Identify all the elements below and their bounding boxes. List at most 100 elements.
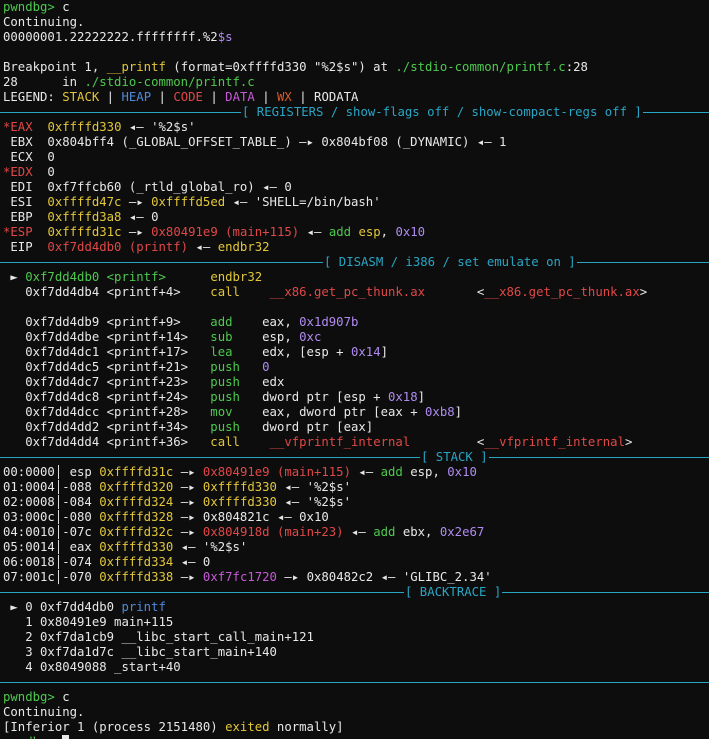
text-segment: add: [328, 225, 352, 239]
text-segment: ◂— '%2$s': [276, 495, 352, 509]
text-segment: |: [254, 90, 278, 104]
section-separator: [ BACKTRACE ]: [0, 585, 709, 600]
text-segment: Continuing.: [3, 15, 85, 29]
terminal-line: ESI 0xffffd47c —▸ 0xffffd5ed ◂— 'SHELL=/…: [3, 195, 709, 210]
text-segment: 0x14: [350, 345, 381, 359]
text-segment: EIP: [3, 240, 48, 254]
text-segment: $s: [217, 30, 233, 44]
text-segment: [Inferior 1 (process 2151480): [3, 720, 226, 734]
text-segment: 0xffffd334: [99, 555, 174, 569]
text-segment: Breakpoint 1,: [3, 60, 107, 74]
text-segment: call: [210, 435, 240, 449]
text-segment: esp,: [232, 330, 300, 344]
text-segment: ◂—: [188, 240, 218, 254]
text-segment: [240, 435, 270, 449]
text-segment: 0xb8: [425, 405, 455, 419]
text-segment: 0xc: [299, 330, 322, 344]
terminal-line: 0xf7dd4dc8 <printf+24> push dword ptr [e…: [3, 390, 709, 405]
terminal-line: 0xf7dd4db4 <printf+4> call __x86.get_pc_…: [3, 285, 709, 300]
section-separator: [ DISASM / i386 / set emulate on ]: [0, 255, 709, 270]
text-segment: __x86.get_pc_thunk.ax: [269, 285, 426, 299]
text-segment: *EAX: [3, 120, 33, 134]
text-segment: push: [210, 390, 240, 404]
text-segment: DATA: [225, 90, 255, 104]
text-segment: 0xf7dd4dc7 <printf+23>: [3, 375, 211, 389]
terminal-line: 0xf7dd4dd4 <printf+36> call __vfprintf_i…: [3, 435, 709, 450]
text-segment: 07:001c│-070: [3, 570, 100, 584]
text-segment: —▸: [173, 525, 203, 539]
terminal-line: pwndbg> c: [3, 690, 709, 705]
terminal-line: 00000001.22222222.ffffffff.%2$s: [3, 30, 709, 45]
text-segment: 0xf7dd4dc5 <printf+21>: [3, 360, 211, 374]
terminal-line: 05:0014│ eax 0xffffd330 ◂— '%2$s': [3, 540, 709, 555]
text-segment: 00:0000│ esp: [3, 465, 100, 479]
text-segment: 0xffffd31c: [47, 225, 122, 239]
text-segment: STACK: [62, 90, 100, 104]
text-segment: Continuing.: [3, 705, 85, 719]
terminal-line: EIP 0xf7dd4db0 (printf) ◂— endbr32: [3, 240, 709, 255]
text-segment: 0xffffd330: [47, 120, 122, 134]
section-title: [ DISASM / i386 / set emulate on ]: [323, 255, 577, 270]
text-segment: ◂— 0: [173, 555, 211, 569]
terminal-line: EBX 0x804bff4 (_GLOBAL_OFFSET_TABLE_) —▸…: [3, 135, 709, 150]
terminal-line: pwndbg>: [3, 735, 709, 739]
terminal-cursor[interactable]: [62, 735, 70, 739]
text-segment: 0x10: [395, 225, 426, 239]
text-segment: 0xf7dd4dcc <printf+28>: [3, 405, 211, 419]
text-segment: —▸: [173, 570, 203, 584]
text-segment: endbr32: [217, 240, 270, 254]
terminal-line: Breakpoint 1, __printf (format=0xffffd33…: [3, 60, 709, 75]
text-segment: [240, 285, 270, 299]
text-segment: add: [373, 525, 396, 539]
text-segment: 06:0018│-074: [3, 555, 100, 569]
text-segment: sub: [210, 330, 233, 344]
separator-rule: [0, 457, 709, 458]
text-segment: [33, 120, 48, 134]
text-segment: 1 0x80491e9 main+115: [3, 615, 174, 629]
text-segment: 05:0014│ eax: [3, 540, 100, 554]
terminal-line: LEGEND: STACK | HEAP | CODE | DATA | WX …: [3, 90, 709, 105]
text-segment: 0xffffd3a8: [47, 210, 122, 224]
text-segment: mov: [210, 405, 233, 419]
text-segment: 0xf7dd4dd4 <printf+36>: [3, 435, 211, 449]
text-segment: pwndbg>: [3, 735, 62, 739]
text-segment: add: [210, 315, 233, 329]
text-segment: ]: [417, 390, 426, 404]
text-segment: ./stdio-common/printf.c: [84, 75, 255, 89]
text-segment: dword ptr [esp +: [239, 390, 388, 404]
terminal-line: 2 0xf7da1cb9 __libc_start_call_main+121: [3, 630, 709, 645]
terminal-window[interactable]: pwndbg> c Continuing. 00000001.22222222.ff…: [0, 0, 709, 739]
text-segment: 0x18: [388, 390, 418, 404]
text-segment: —▸: [173, 465, 203, 479]
section-title: [ REGISTERS / show-flags off / show-comp…: [241, 105, 643, 120]
terminal-line: 28 in ./stdio-common/printf.c: [3, 75, 709, 90]
text-segment: eax,: [232, 315, 300, 329]
text-segment: ]: [454, 405, 463, 419]
text-segment: :28: [565, 60, 588, 74]
terminal-line: 0xf7dd4db9 <printf+9> add eax, 0x1d907b: [3, 315, 709, 330]
text-segment: 0xf7dd4db0 (printf): [47, 240, 189, 254]
text-segment: endbr32: [210, 270, 263, 284]
text-segment: —▸ 0x804821c ◂— 0x10: [173, 510, 329, 524]
text-segment: 0xffffd328: [99, 510, 174, 524]
terminal-line: 0xf7dd4dcc <printf+28> mov eax, dword pt…: [3, 405, 709, 420]
text-segment: >: [639, 285, 648, 299]
text-segment: 0xf7fc1720: [202, 570, 277, 584]
text-segment: ]: [380, 345, 389, 359]
text-segment: 0xffffd5ed: [151, 195, 226, 209]
text-segment: <: [410, 435, 485, 449]
section-separator: [ STACK ]: [0, 450, 709, 465]
text-segment: | RODATA: [291, 90, 359, 104]
terminal-line: 04:0010│-07c 0xffffd32c —▸ 0x804918d (ma…: [3, 525, 709, 540]
text-segment: 0x80491e9 (main+115): [202, 465, 351, 479]
terminal-line: Continuing.: [3, 15, 709, 30]
text-segment: call: [210, 285, 240, 299]
text-segment: __vfprintf_internal: [269, 435, 411, 449]
terminal-line: 3 0xf7da1d7c __libc_start_main+140: [3, 645, 709, 660]
text-segment: 3 0xf7da1d7c __libc_start_main+140: [3, 645, 277, 659]
separator-rule: [0, 592, 709, 593]
terminal-line: 1 0x80491e9 main+115: [3, 615, 709, 630]
text-segment: ◂— 0: [121, 210, 159, 224]
